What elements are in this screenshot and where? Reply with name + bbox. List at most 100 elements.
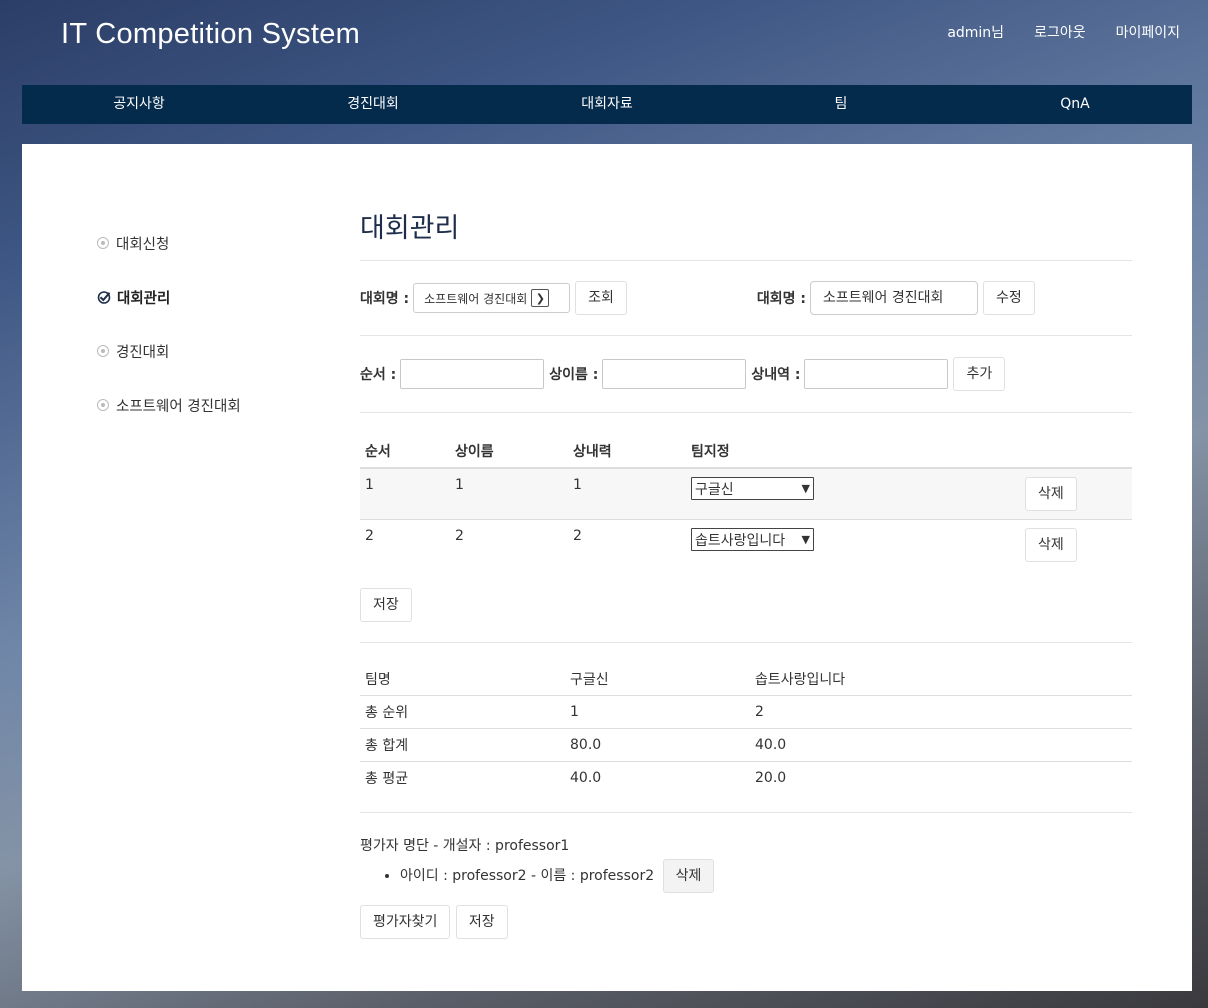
delete-button[interactable]: 삭제 — [1025, 477, 1077, 511]
search-button[interactable]: 조회 — [575, 281, 627, 315]
table-header-row: 순서 상이름 상내력 팀지정 — [360, 437, 1132, 469]
result-cell: 2 — [750, 695, 1132, 729]
team-cell: 구글신 ▼ — [686, 468, 992, 520]
evaluator-info: 아이디 : professor2 - 이름 : professor2 — [400, 868, 655, 884]
result-header-cell: 구글신 — [565, 663, 750, 696]
result-cell: 20.0 — [755, 770, 787, 786]
prize-add-form: 순서 : 상이름 : 상내역 : 추가 — [360, 336, 1132, 412]
nav-notice[interactable]: 공지사항 — [22, 85, 256, 124]
delete-button[interactable]: 삭제 — [1025, 528, 1077, 562]
chevron-down-icon: ▼ — [801, 533, 810, 546]
table-row: 총 평균 40.0 20.0 — [360, 762, 1132, 795]
save-evaluator-button[interactable]: 저장 — [455, 905, 508, 939]
divider — [360, 412, 1132, 413]
result-header-cell: 솝트사랑입니다 — [750, 663, 1132, 696]
sidebar-item-software-competition[interactable]: 소프트웨어 경진대회 — [97, 378, 327, 432]
sidebar-item-apply[interactable]: 대회신청 — [97, 216, 327, 270]
evaluator-title: 평가자 명단 - 개설자 : professor1 — [360, 838, 570, 854]
site-title[interactable]: IT Competition System — [61, 18, 360, 51]
prize-name-input[interactable] — [602, 359, 747, 389]
competition-name-label: 대회명 : — [756, 291, 807, 307]
table-row: 총 합계 80.0 40.0 — [360, 728, 1132, 762]
team-select-value: 솝트사랑입니다 — [695, 532, 786, 549]
result-cell: 40.0 — [570, 770, 602, 786]
team-select-value: 구글신 — [695, 481, 734, 498]
table-row: 팀명 구글신 솝트사랑입니다 — [360, 663, 1132, 696]
column-header-empty — [992, 437, 1132, 469]
content-panel: 대회신청 대회관리 경진대회 소프트웨어 경진대회 대회관리 대회명 : 소프트… — [22, 144, 1192, 991]
sidebar-item-label: 대회신청 — [116, 236, 170, 253]
prize-table: 순서 상이름 상내력 팀지정 1 1 1 구글신 ▼ 삭제 2 2 2 솝트사랑… — [360, 437, 1132, 570]
radio-dot-icon — [97, 399, 109, 411]
logout-link[interactable]: 로그아웃 — [1034, 22, 1086, 42]
prize-detail-input[interactable] — [804, 359, 949, 389]
order-label: 순서 : — [360, 367, 397, 383]
team-cell: 솝트사랑입니다 ▼ — [686, 519, 992, 570]
team-select[interactable]: 솝트사랑입니다 ▼ — [691, 528, 814, 551]
order-cell: 1 — [360, 468, 450, 520]
result-cell: 40.0 — [750, 728, 1132, 762]
prize-detail-cell: 2 — [568, 519, 686, 570]
sidebar-item-label: 경진대회 — [116, 344, 170, 361]
result-cell: 총 순위 — [360, 695, 565, 729]
chevron-down-icon: ▼ — [801, 482, 810, 495]
table-row: 1 1 1 구글신 ▼ 삭제 — [360, 468, 1132, 520]
result-cell: 80.0 — [565, 728, 750, 762]
sidebar-item-label: 소프트웨어 경진대회 — [116, 398, 241, 415]
result-cell: 총 합계 — [360, 728, 565, 762]
action-cell: 삭제 — [992, 519, 1132, 570]
find-evaluator-button[interactable]: 평가자찾기 — [360, 905, 451, 939]
delete-evaluator-button[interactable]: 삭제 — [662, 859, 715, 893]
sidebar-item-label: 대회관리 — [117, 290, 171, 307]
list-item: 아이디 : professor2 - 이름 : professor2 삭제 — [400, 859, 1132, 893]
sidebar-item-manage[interactable]: 대회관리 — [97, 270, 327, 324]
column-header: 팀지정 — [686, 437, 992, 469]
nav-competition[interactable]: 경진대회 — [256, 85, 490, 124]
divider — [360, 642, 1132, 643]
prize-name-label: 상이름 : — [549, 367, 599, 383]
nav-qna[interactable]: QnA — [958, 85, 1192, 124]
sidebar: 대회신청 대회관리 경진대회 소프트웨어 경진대회 — [97, 216, 327, 432]
result-header-cell: 팀명 — [360, 663, 565, 696]
competition-select-value: 소프트웨어 경진대회 — [424, 291, 528, 306]
order-input[interactable] — [400, 359, 545, 389]
column-header: 상이름 — [450, 437, 568, 469]
competition-filter: 대회명 : 소프트웨어 경진대회 ❯ 조회 대회명 : 소프트웨어 경진대회 수… — [360, 261, 1132, 335]
nav-materials[interactable]: 대회자료 — [490, 85, 724, 124]
edit-button[interactable]: 수정 — [983, 281, 1035, 315]
prize-name-cell: 1 — [450, 468, 568, 520]
save-prizes-button[interactable]: 저장 — [360, 588, 412, 622]
chevron-down-icon: ❯ — [531, 289, 550, 307]
result-cell: 총 평균 — [365, 771, 409, 787]
result-table: 팀명 구글신 솝트사랑입니다 총 순위 1 2 총 합계 80.0 40.0 총… — [360, 663, 1132, 794]
top-links: admin님 로그아웃 마이페이지 — [947, 22, 1180, 42]
column-header: 상내력 — [568, 437, 686, 469]
mypage-link[interactable]: 마이페이지 — [1116, 22, 1180, 42]
competition-select[interactable]: 소프트웨어 경진대회 ❯ — [413, 283, 571, 313]
order-cell: 2 — [360, 519, 450, 570]
column-header: 순서 — [360, 437, 450, 469]
prize-detail-label: 상내역 : — [751, 367, 801, 383]
add-button[interactable]: 추가 — [953, 357, 1006, 391]
divider — [360, 812, 1132, 813]
table-row: 2 2 2 솝트사랑입니다 ▼ 삭제 — [360, 519, 1132, 570]
check-circle-icon — [97, 291, 111, 304]
page-title: 대회관리 — [360, 213, 460, 244]
evaluator-actions: 평가자찾기 저장 — [360, 905, 1132, 939]
prize-name-cell: 2 — [450, 519, 568, 570]
evaluator-section: 평가자 명단 - 개설자 : professor1 아이디 : professo… — [360, 835, 1132, 939]
radio-dot-icon — [97, 237, 109, 249]
evaluator-list: 아이디 : professor2 - 이름 : professor2 삭제 — [360, 859, 1132, 893]
main-nav: 공지사항 경진대회 대회자료 팀 QnA — [22, 85, 1192, 124]
competition-select-label: 대회명 : — [360, 291, 410, 307]
prize-save-row: 저장 — [360, 588, 1132, 622]
user-greeting[interactable]: admin님 — [947, 22, 1004, 42]
team-select[interactable]: 구글신 ▼ — [691, 477, 814, 500]
prize-detail-cell: 1 — [568, 468, 686, 520]
table-row: 총 순위 1 2 — [360, 695, 1132, 729]
result-cell: 1 — [565, 695, 750, 729]
competition-name-input[interactable]: 소프트웨어 경진대회 — [810, 281, 979, 315]
nav-team[interactable]: 팀 — [724, 85, 958, 124]
main-area: 대회관리 대회명 : 소프트웨어 경진대회 ❯ 조회 대회명 : 소프트웨어 경… — [360, 212, 1132, 939]
sidebar-item-competition[interactable]: 경진대회 — [97, 324, 327, 378]
